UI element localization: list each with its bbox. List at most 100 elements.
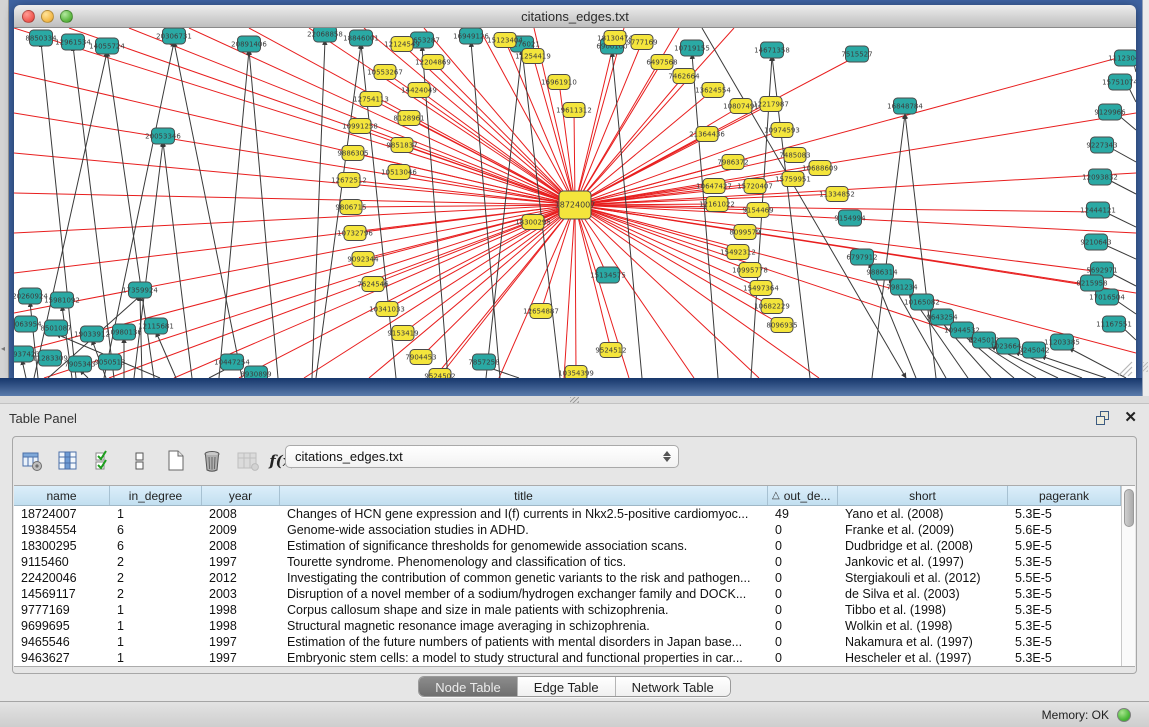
zoom-window-button[interactable] (60, 10, 73, 23)
graph-node[interactable]: 9154994 (834, 210, 866, 226)
table-row[interactable]: 1830029562008Estimation of significance … (14, 538, 1121, 554)
vertical-scrollbar[interactable] (1121, 486, 1135, 666)
table-row[interactable]: 911546021997Tourette syndrome. Phenomeno… (14, 554, 1121, 570)
graph-node[interactable]: 15492312 (720, 245, 756, 260)
graph-node[interactable]: 10995778 (732, 263, 768, 278)
left-split-rail[interactable]: ◂ (0, 0, 9, 396)
graph-node[interactable]: 12093832 (1082, 169, 1118, 185)
graph-node[interactable]: 10991258 (342, 119, 378, 134)
graph-node[interactable]: 8099579 (729, 225, 760, 240)
collapse-panel-arrow-icon[interactable]: ◂ (1, 344, 5, 353)
column-header-in_degree[interactable]: in_degree (110, 486, 202, 505)
graph-node[interactable]: 15981092 (44, 292, 80, 308)
graph-node[interactable]: 6497568 (646, 55, 677, 70)
network-canvas[interactable]: 8850334129615341405572420306731208914062… (14, 28, 1136, 378)
graph-node[interactable]: 18846001 (343, 30, 379, 46)
tab-edge-table[interactable]: Edge Table (518, 677, 616, 696)
network-window-titlebar[interactable]: citations_edges.txt (14, 5, 1136, 28)
graph-node[interactable]: 19033912 (74, 326, 110, 342)
graph-node[interactable]: 7485083 (779, 148, 810, 163)
graph-node[interactable]: 9129966 (1094, 104, 1126, 120)
column-header-title[interactable]: title (280, 486, 768, 505)
graph-node[interactable]: 9886314 (866, 264, 898, 280)
graph-node[interactable]: 9153419 (387, 326, 418, 341)
graph-node[interactable]: 9806715 (335, 200, 366, 215)
select-checks-icon[interactable] (91, 447, 117, 475)
graph-node[interactable]: 10165082 (904, 294, 940, 310)
graph-node[interactable]: 17359924 (122, 282, 158, 298)
graph-node[interactable]: 15720407 (737, 179, 773, 194)
graph-node[interactable]: 9886305 (337, 146, 368, 161)
graph-node[interactable]: 7905343 (64, 356, 95, 372)
table-mode-icon[interactable] (19, 447, 45, 475)
table-row[interactable]: 946554611997Estimation of the future num… (14, 634, 1121, 650)
graph-node[interactable]: 8096935 (766, 318, 797, 333)
scrollbar-thumb[interactable] (1124, 489, 1134, 527)
graph-node[interactable]: 10341033 (369, 302, 405, 317)
graph-node[interactable]: 9210643 (1080, 234, 1111, 250)
graph-node[interactable]: 11334852 (819, 187, 855, 202)
graph-node[interactable]: 12754113 (353, 92, 389, 107)
show-columns-icon[interactable] (55, 447, 81, 475)
graph-node[interactable]: 9851837 (386, 138, 417, 153)
graph-node[interactable]: 7904453 (405, 350, 436, 365)
graph-node[interactable]: 10980136 (106, 324, 142, 340)
graph-node[interactable]: 8501087 (40, 320, 71, 336)
graph-node[interactable]: 9063954 (14, 316, 42, 332)
graph-node[interactable]: 9524512 (595, 343, 626, 358)
graph-node[interactable]: 10682229 (754, 299, 790, 314)
graph-node[interactable]: 22068858 (307, 28, 343, 42)
graph-node[interactable]: 12654887 (523, 304, 559, 319)
graph-node[interactable]: 12204869 (415, 55, 451, 70)
graph-node[interactable]: 16961910 (541, 75, 577, 90)
graph-node[interactable]: 13624554 (695, 83, 731, 98)
divider-grip-icon[interactable] (570, 397, 579, 403)
graph-node[interactable]: 10354399 (558, 366, 594, 379)
graph-node[interactable]: 7986372 (717, 155, 748, 170)
graph-node[interactable]: 12444121 (1080, 202, 1116, 218)
table-row[interactable]: 977716911998Corpus callosum shape and si… (14, 602, 1121, 618)
graph-node[interactable]: 7981234 (886, 279, 918, 295)
graph-node[interactable]: 10732796 (337, 226, 373, 241)
tab-node-table[interactable]: Node Table (419, 677, 518, 696)
graph-node[interactable]: 8930899 (240, 366, 271, 378)
graph-node[interactable]: 8128961 (393, 111, 424, 126)
float-panel-icon[interactable] (1096, 411, 1111, 426)
tab-network-table[interactable]: Network Table (616, 677, 730, 696)
graph-node[interactable]: 9154469 (742, 203, 773, 218)
graph-node[interactable]: 20053346 (145, 128, 181, 144)
graph-node[interactable]: 16949126 (453, 28, 489, 44)
column-header-short[interactable]: short (838, 486, 1008, 505)
table-row[interactable]: 1456911722003Disruption of a novel membe… (14, 586, 1121, 602)
graph-node[interactable]: 6797912 (846, 249, 877, 265)
graph-node[interactable]: 10553267 (367, 65, 403, 80)
graph-node[interactable]: 8850334 (25, 30, 57, 46)
graph-node[interactable]: 9777169 (626, 35, 657, 50)
graph-node[interactable]: 7857258 (468, 354, 499, 370)
graph-node[interactable]: 18724007 (555, 191, 596, 219)
table-row[interactable]: 946362711997Embryonic stem cells: a mode… (14, 650, 1121, 666)
trash-icon[interactable] (199, 447, 225, 475)
graph-node[interactable]: 20306731 (156, 28, 192, 44)
graph-node[interactable]: 12115681 (138, 318, 174, 334)
table-row[interactable]: 2242004622012Investigating the contribut… (14, 570, 1121, 586)
graph-node[interactable]: 15751074 (1102, 74, 1136, 90)
graph-node[interactable]: 9092344 (347, 252, 379, 267)
column-header-year[interactable]: year (202, 486, 280, 505)
table-row[interactable]: 969969511998Structural magnetic resonanc… (14, 618, 1121, 634)
column-header-pagerank[interactable]: pagerank (1008, 486, 1121, 505)
graph-node[interactable]: 8215958 (1076, 275, 1107, 291)
new-document-icon[interactable] (163, 447, 189, 475)
graph-node[interactable]: 10719155 (674, 40, 710, 56)
graph-node[interactable]: 9227343 (1086, 137, 1117, 153)
graph-node[interactable]: 7624546 (357, 277, 389, 292)
graph-node[interactable]: 14055724 (89, 38, 125, 54)
column-header-name[interactable]: name (14, 486, 110, 505)
graph-node[interactable]: 11167551 (1096, 316, 1132, 332)
close-panel-icon[interactable]: ✕ (1124, 409, 1137, 426)
table-selector-dropdown[interactable]: citations_edges.txt (285, 445, 679, 468)
graph-node[interactable]: 11123044 (1108, 50, 1136, 66)
minimize-window-button[interactable] (41, 10, 54, 23)
network-graph[interactable]: 8850334129615341405572420306731208914062… (14, 28, 1136, 378)
graph-node[interactable]: 10974593 (764, 123, 800, 138)
